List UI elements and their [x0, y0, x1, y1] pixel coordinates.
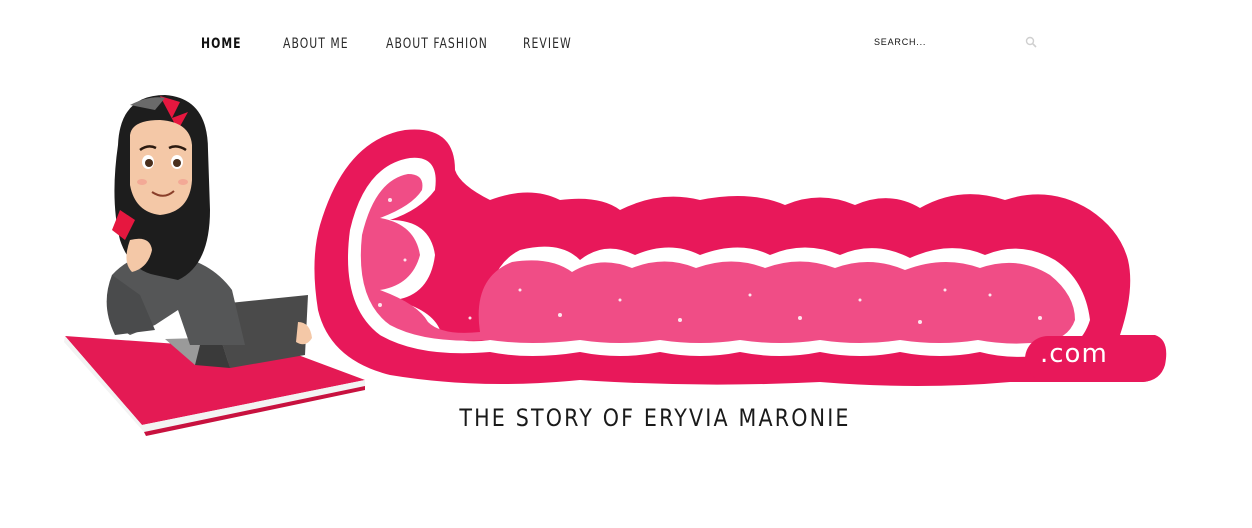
search-icon[interactable]: [1025, 36, 1037, 48]
logo-illustration: [64, 95, 1167, 436]
site-tagline: THE STORY OF ERYVIA MARONIE: [459, 404, 851, 432]
site-logo[interactable]: .com: [60, 90, 1180, 440]
nav-item-about-me[interactable]: ABOUT ME: [283, 36, 349, 52]
nav-item-review[interactable]: REVIEW: [523, 36, 572, 52]
nav-item-about-fashion[interactable]: ABOUT FASHION: [386, 36, 488, 52]
nav-item-home[interactable]: HOME: [201, 36, 242, 52]
logo-domain: .com: [1040, 339, 1108, 369]
search-box: [874, 33, 1042, 51]
search-input[interactable]: [874, 33, 1014, 51]
page: HOME ABOUT ME ABOUT FASHION REVIEW SEARC…: [0, 0, 1252, 528]
